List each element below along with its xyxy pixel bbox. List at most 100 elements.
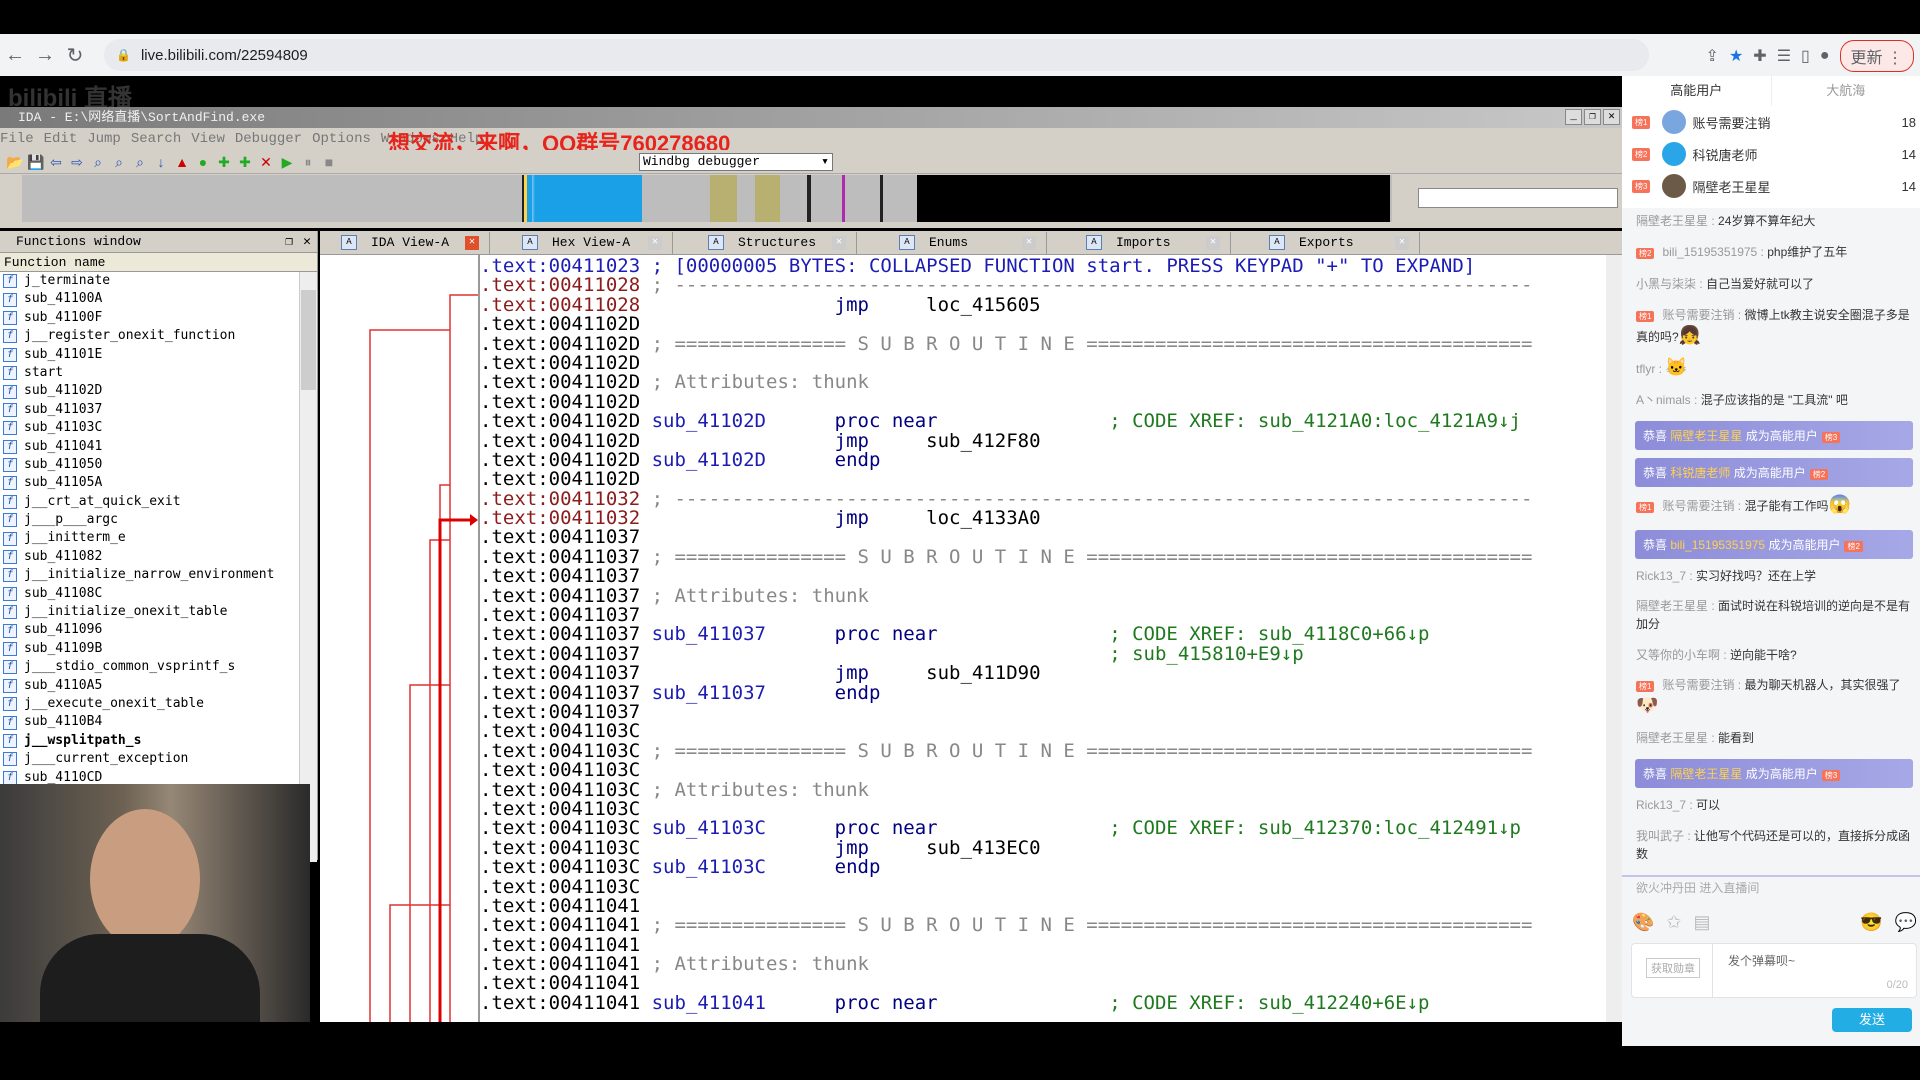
banner-user[interactable]: 科锐唐老师 [1670,466,1730,480]
function-row[interactable]: f sub_4110B4 [0,713,317,731]
share-icon[interactable]: ⇪ [1706,46,1719,66]
ranking-row[interactable]: 榜2 科锐唐老师 14 [1622,138,1920,170]
emoji-icon[interactable]: 😎 [1860,912,1882,933]
tab-close-icon[interactable]: ✕ [832,236,846,250]
scrollbar-thumb[interactable] [301,290,316,390]
function-row[interactable]: f sub_41109B [0,640,317,658]
star-icon[interactable]: ★ [1729,46,1743,66]
disasm-line[interactable]: .text:0041102D sub_41102D proc near ; CO… [480,411,1606,431]
function-row[interactable]: f j___stdio_common_vsprintf_s [0,658,317,676]
message-user[interactable]: Rick13_7 : [1636,798,1696,812]
message-user[interactable]: 隔壁老王星星 : [1636,731,1718,745]
disasm-line[interactable]: .text:0041102D ; Attributes: thunk [480,373,1606,392]
message-user[interactable]: Rick13_7 : [1636,569,1696,583]
message-user[interactable]: 小黑与柒柒 : [1636,277,1706,291]
menu-file[interactable]: File [0,128,34,150]
function-row[interactable]: f sub_411037 [0,401,317,419]
menu-debugger[interactable]: Debugger [235,128,302,150]
tab-imports[interactable]: A Imports ✕ [1078,232,1231,254]
navigation-select[interactable] [1418,188,1618,208]
banner-user[interactable]: 隔壁老王星星 [1670,767,1742,781]
update-button[interactable]: 更新 ⋮ [1839,40,1914,72]
tab-close-icon[interactable]: ✕ [1206,236,1220,250]
menu-edit[interactable]: Edit [44,128,78,150]
function-row[interactable]: f sub_411041 [0,438,317,456]
function-row[interactable]: f j__initterm_e [0,529,317,547]
side-panel-icon[interactable]: ▯ [1801,46,1810,66]
get-medal-button[interactable]: 获取勋章 [1646,958,1700,978]
function-row[interactable]: f j___current_exception [0,750,317,768]
function-row[interactable]: f j_terminate [0,272,317,290]
navigation-band[interactable] [0,174,1622,228]
add-icon[interactable]: ✚ [237,154,253,170]
open-icon[interactable]: 📂 [6,154,23,170]
jump-down-icon[interactable]: ↓ [153,154,169,170]
message-user[interactable]: 隔壁老王星星 : [1636,599,1718,613]
minimize-button[interactable]: _ [1565,109,1582,125]
close-icon[interactable]: ✕ [303,231,311,253]
send-button[interactable]: 发送 [1832,1008,1912,1032]
pause-icon[interactable]: ⏸ [300,154,316,170]
disasm-line[interactable]: .text:00411037 [480,567,1606,586]
binoculars-icon[interactable]: ⌕ [111,154,127,170]
reload-icon[interactable]: ↻ [60,43,90,68]
delete-icon[interactable]: ✕ [258,154,274,170]
disasm-line[interactable]: .text:0041103C [480,760,1606,780]
message-user[interactable]: 账号需要注销 : [1662,678,1744,692]
binoculars-icon[interactable]: ⌕ [90,154,106,170]
ranking-row[interactable]: 榜1 账号需要注销 18 [1622,106,1920,138]
function-row[interactable]: f j__wsplitpath_s [0,732,317,750]
function-row[interactable]: f sub_41101E [0,346,317,364]
alert-icon[interactable]: ▲ [174,154,190,170]
message-user[interactable]: tflyr : [1636,362,1665,376]
back-icon[interactable]: ← [0,44,30,67]
tab-close-icon[interactable]: ✕ [1395,236,1409,250]
disasm-line[interactable]: .text:0041103C [480,877,1606,897]
disassembly-scrollbar[interactable] [1606,255,1622,1022]
text-icon[interactable]: ▤ [1694,912,1711,933]
function-row[interactable]: f sub_41105A [0,474,317,492]
forward-icon[interactable]: ⇨ [69,154,85,170]
function-row[interactable]: f sub_41100F [0,309,317,327]
save-icon[interactable]: 💾 [27,154,44,170]
back-icon[interactable]: ⇦ [48,154,64,170]
scrollbar[interactable] [299,272,317,862]
gift-icon[interactable]: ✩ [1666,912,1681,933]
function-row[interactable]: f j__initialize_onexit_table [0,603,317,621]
extensions-icon[interactable]: ✚ [1753,46,1766,66]
tab-enums[interactable]: A Enums ✕ [891,232,1047,254]
function-row[interactable]: f sub_41100A [0,290,317,308]
menu-options[interactable]: Options [312,128,371,150]
menu-view[interactable]: View [191,128,225,150]
banner-user[interactable]: bili_15195351975 [1670,538,1765,552]
disasm-line[interactable]: .text:00411041 ; =============== S U B R… [480,916,1606,935]
message-user[interactable]: 账号需要注销 : [1662,308,1744,322]
function-row[interactable]: f sub_41103C [0,419,317,437]
column-header-function-name[interactable]: Function name [0,253,317,272]
function-row[interactable]: f sub_4110A5 [0,677,317,695]
disasm-line[interactable]: .text:00411028 ; -----------------------… [480,276,1606,295]
disasm-line[interactable]: .text:00411041 sub_411041 proc near ; CO… [480,993,1606,1013]
message-user[interactable]: 账号需要注销 : [1662,499,1744,513]
danmaku-input[interactable]: 获取勋章 发个弹幕呗~ 0/20 [1631,943,1917,998]
binoculars-icon[interactable]: ⌕ [132,154,148,170]
tab-close-icon[interactable]: ✕ [465,236,479,250]
tab-close-icon[interactable]: ✕ [648,236,662,250]
message-user[interactable]: 又等你的小车啊 : [1636,648,1730,662]
function-row[interactable]: f j__register_onexit_function [0,327,317,345]
tab-hex-view-a[interactable]: A Hex View-A ✕ [514,232,673,254]
profile-icon[interactable]: ● [1820,47,1830,65]
play-icon[interactable]: ▶ [279,154,295,170]
disasm-line[interactable]: .text:00411037 sub_411037 proc near ; CO… [480,625,1606,644]
function-row[interactable]: f sub_41102D [0,382,317,400]
message-user[interactable]: A丶nimals : [1636,393,1701,407]
danmaku-icon[interactable]: 💬 [1895,912,1917,933]
tab-ida-view-a[interactable]: A IDA View-A ✕ [333,232,490,254]
tab-close-icon[interactable]: ✕ [1022,236,1036,250]
function-row[interactable]: f j__crt_at_quick_exit [0,493,317,511]
tab-high-energy-users[interactable]: 高能用户 [1622,76,1772,106]
function-row[interactable]: f j__execute_onexit_table [0,695,317,713]
palette-icon[interactable]: 🎨 [1632,912,1654,933]
function-row[interactable]: f j___p___argc [0,511,317,529]
restore-button[interactable]: ❐ [1584,109,1601,125]
